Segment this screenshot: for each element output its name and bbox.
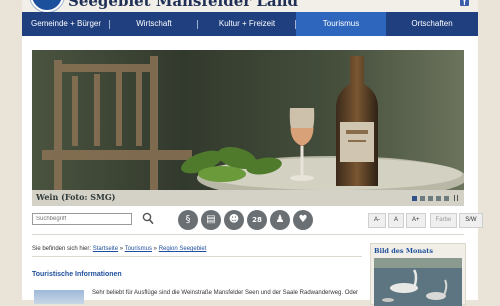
search-icon[interactable] [142, 212, 154, 225]
nav-item-kultur[interactable]: Kultur + Freizeit [198, 12, 296, 36]
page: Seegebiet Mansfelder Land f Gemeinde + B… [22, 0, 483, 306]
breadcrumb-prefix: Sie befinden sich hier: [32, 246, 92, 252]
breadcrumb: Sie befinden sich hier: Startseite » Tou… [32, 246, 206, 252]
slider-dot[interactable] [436, 195, 441, 201]
service-icons: § ▤ ☻ 28 ♟ ♥ [178, 210, 313, 230]
color-mode-button[interactable]: Farbe [429, 213, 458, 228]
hero-image [32, 50, 464, 190]
picture-of-month-image[interactable] [374, 258, 462, 306]
main-nav: Gemeinde + Bürger Wirtschaft Kultur + Fr… [22, 12, 478, 36]
font-larger-button[interactable]: A+ [406, 213, 426, 228]
heart-icon[interactable]: ♥ [293, 210, 313, 230]
slider-dots [412, 195, 458, 201]
facebook-icon[interactable]: f [460, 0, 469, 7]
slider-dot[interactable] [420, 195, 425, 201]
calendar-icon[interactable]: 28 [247, 210, 267, 230]
article-thumbnail [34, 290, 84, 304]
form-icon[interactable]: ▤ [201, 210, 221, 230]
nav-item-label: Kultur + Freizeit [218, 19, 276, 28]
nav-item-tourismus[interactable]: Tourismus [296, 12, 386, 36]
group-icon[interactable]: ☻ [224, 210, 244, 230]
paragraph-icon[interactable]: § [178, 210, 198, 230]
slider-dot[interactable] [444, 195, 449, 201]
breadcrumb-link[interactable]: Tourismus [125, 246, 152, 252]
people-icon[interactable]: ♟ [270, 210, 290, 230]
nav-item-label: Tourismus [322, 19, 360, 28]
nav-item-gemeinde[interactable]: Gemeinde + Bürger [22, 12, 110, 36]
nav-item-ortschaften[interactable]: Ortschaften [386, 12, 478, 36]
sidebar-title: Bild des Monats [374, 247, 433, 255]
hero-caption-bar: Wein (Foto: SMG) [32, 190, 464, 206]
breadcrumb-separator: » [153, 246, 158, 252]
breadcrumb-separator: » [119, 246, 124, 252]
hero-caption: Wein (Foto: SMG) [36, 192, 116, 202]
site-logo[interactable] [30, 0, 64, 12]
font-normal-button[interactable]: A [388, 213, 405, 228]
nav-item-wirtschaft[interactable]: Wirtschaft [110, 12, 198, 36]
slider-dot[interactable] [412, 195, 417, 201]
bw-mode-button[interactable]: S/W [459, 213, 483, 228]
pause-icon[interactable] [454, 195, 458, 201]
font-smaller-button[interactable]: A- [368, 213, 386, 228]
search-input[interactable] [32, 213, 132, 225]
slider-dot[interactable] [428, 195, 433, 201]
section-title: Touristische Informationen [32, 271, 122, 278]
divider [32, 256, 362, 257]
sidebar-box: Bild des Monats [370, 243, 466, 306]
nav-item-label: Gemeinde + Bürger [30, 19, 102, 28]
font-size-controls: A- A A+ Farbe S/W [368, 213, 483, 228]
hero-slider[interactable]: Wein (Foto: SMG) [32, 50, 464, 206]
nav-item-label: Ortschaften [411, 19, 453, 28]
toolbar: § ▤ ☻ 28 ♟ ♥ A- A A+ Farbe S/W [32, 208, 483, 235]
site-header: Seegebiet Mansfelder Land f [22, 0, 478, 12]
site-title: Seegebiet Mansfelder Land [68, 0, 299, 10]
breadcrumb-link[interactable]: Startseite [93, 246, 118, 252]
nav-item-label: Wirtschaft [136, 19, 172, 28]
breadcrumb-link[interactable]: Region Seegebiet [159, 246, 207, 252]
intro-text: Sehr beliebt für Ausflüge sind die Weins… [92, 290, 359, 296]
